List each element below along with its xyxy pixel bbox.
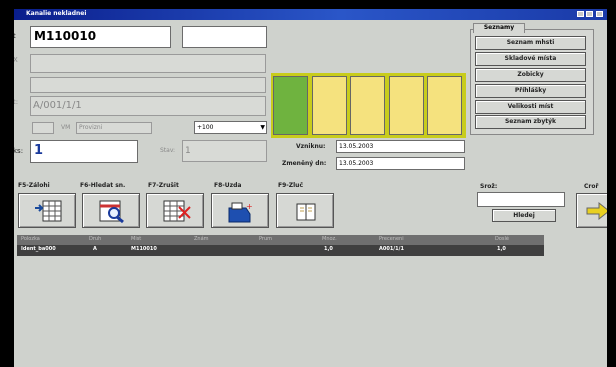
column-header: Doslé [495,236,509,242]
table-cell: M110010 [131,246,157,252]
desc-field [30,77,266,93]
close-button[interactable] [596,11,603,17]
search-input[interactable] [477,192,565,207]
book-icon [296,203,316,221]
amount-field[interactable]: 1 [30,140,138,163]
list-button-3[interactable]: Zobicky [475,68,586,82]
column-header: Polozka [21,236,40,242]
list-button-2[interactable]: Skladové místa [475,52,586,66]
table-cell: Ident_ba000 [21,246,56,252]
code-extra-field[interactable] [182,26,267,48]
toolbar-label-5: F9-Zluč [278,182,303,189]
zaloha-button[interactable] [18,193,76,228]
column-header: Preceneni [379,236,404,242]
list-button-4[interactable]: Příhlášky [475,84,586,98]
list-button-1[interactable]: Seznam mhsti [475,36,586,50]
toolbar-label-3: F7-Zrušit [148,182,179,189]
state-field: 1 [182,140,267,162]
vm-label: VM [61,124,71,131]
table-cell: A001/1/1 [379,246,404,252]
grid-cross-icon [163,200,191,222]
column-header: Druh [89,236,102,242]
zmena-field: 13.05.2003 [336,157,465,170]
print-button[interactable]: + [211,193,269,228]
toolbar-label-2: F6-Hledat sn. [80,182,126,189]
search-doc-icon [99,200,124,224]
search-button[interactable] [82,193,140,228]
gauge-cell-empty [427,76,462,135]
cancel-button[interactable] [146,193,204,228]
maximize-button[interactable] [586,11,593,17]
table-cell: A [93,246,97,252]
gauge-cell-empty [311,76,347,135]
chevron-down-icon: ▼ [260,124,265,131]
items-table: Polozka Druh Mist Znám Prum Mnoz. Precen… [17,235,544,256]
code-label: t [14,32,16,40]
toolbar-label-1: F5-Zálohi [18,182,50,189]
minimize-button[interactable] [577,11,584,17]
table-cell: 1,0 [324,246,333,252]
column-header: Prum [259,236,273,242]
gauge-cell-empty [350,76,385,135]
arrow-right-icon [586,201,607,221]
app-window: Kanalie nekladnei t X t: ks: M110010 A/0… [14,9,607,367]
search-label: Srož: [480,183,498,190]
grid-arrow-icon [35,200,62,222]
code-field[interactable]: M110010 [30,26,171,48]
hledej-button[interactable]: Hledej [492,209,556,222]
list-button-5[interactable]: Velikosti míst [475,100,586,114]
column-header: Mnoz. [322,236,337,242]
right-edge-label: Croř [584,183,599,190]
svg-text:+: + [246,202,253,211]
gauge-cell-filled [273,76,308,135]
column-header: Znám [194,236,209,242]
vzniknu-label: Vzniknu: [296,143,326,150]
printer-icon: + [228,202,253,223]
title-bar: Kanalie nekladnei [14,9,607,20]
zmena-label: Zmeněný dn: [282,160,327,167]
name-field [30,54,266,73]
gauge-cell-empty [388,76,424,135]
table-cell: 1,0 [497,246,506,252]
list-button-6[interactable]: Seznam zbytýk [475,115,586,129]
vm-combo-value: Provizni [79,124,103,131]
state-label: Stav: [160,147,176,154]
merge-button[interactable] [276,193,334,228]
field2-label: X [14,56,18,64]
toolbar-label-4: F8-Uzda [214,182,242,189]
qty-select-value: +100 [197,124,214,131]
vzniknu-field: 13.05.2003 [336,140,465,153]
location-label: t: [14,98,19,106]
vm-combo: Provizni [76,122,152,134]
table-header: Polozka Druh Mist Znám Prum Mnoz. Precen… [17,235,544,245]
confirm-button[interactable] [576,193,607,228]
window-title: Kanalie nekladnei [26,10,87,17]
small-field [32,122,54,134]
tab-seznamy[interactable]: Seznamy [473,23,525,33]
table-row[interactable]: Ident_ba000 A M110010 1,0 A001/1/1 1,0 [17,245,544,256]
qty-select[interactable]: +100 ▼ [194,121,267,134]
capacity-gauge [271,73,466,138]
location-field: A/001/1/1 [30,96,266,116]
column-header: Mist [131,236,142,242]
amount-label: ks: [14,147,24,155]
